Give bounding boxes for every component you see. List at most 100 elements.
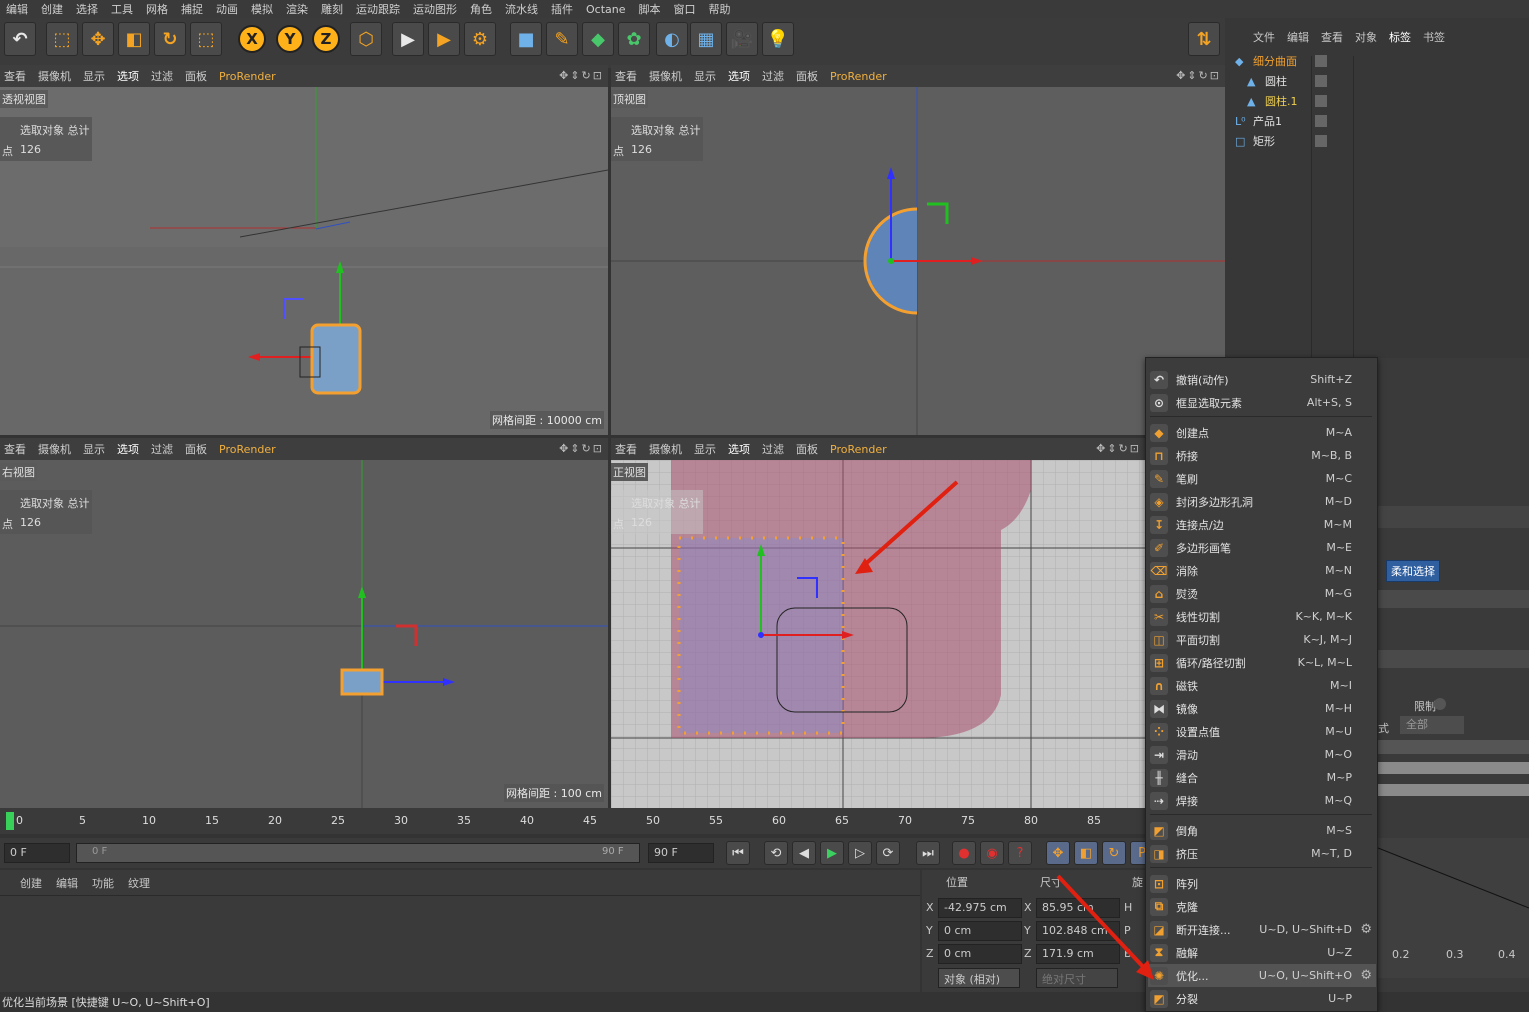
viewport-menu-item[interactable]: ProRender xyxy=(830,70,887,83)
front-viewport[interactable]: 查看 摄像机 显示 选项 过滤 面板 ProRender ✥⇕↻⊡ 正视图 选取对象 总计 点… xyxy=(611,438,1145,808)
viewport-menu-item[interactable]: 面板 xyxy=(185,441,207,457)
render-picture-viewer-icon[interactable]: ▶ xyxy=(428,22,460,56)
viewport-menu-item[interactable]: ProRender xyxy=(830,443,887,456)
transport-button[interactable]: ◀ xyxy=(792,841,816,865)
menu-item[interactable]: 脚本 xyxy=(639,1,661,17)
limit-checkbox[interactable] xyxy=(1434,698,1446,710)
menu-item-0-1[interactable]: ⊙ 框显选取元素 Alt+S, S xyxy=(1148,391,1376,414)
viewport-nav-icons[interactable]: ✥⇕↻⊡ xyxy=(559,442,604,455)
menu-item[interactable]: Octane xyxy=(586,3,626,16)
om-menu-item[interactable]: 查看 xyxy=(1321,29,1343,45)
menu-item-0-0[interactable]: ↶ 撤销(动作) Shift+Z xyxy=(1148,368,1376,391)
top-viewport[interactable]: 查看 摄像机 显示 选项 过滤 面板 ProRender ✥⇕↻⊡ 顶视图 选取对象 总计 点… xyxy=(611,65,1225,435)
cloner-icon[interactable]: ✿ xyxy=(618,22,650,56)
menu-item-3-5[interactable]: ◩ 分裂 U~P xyxy=(1148,987,1376,1010)
menu-item[interactable]: 流水线 xyxy=(505,1,538,17)
menu-item-1-13[interactable]: ⁘ 设置点值 M~U xyxy=(1148,720,1376,743)
axis-z-icon[interactable]: Z xyxy=(312,25,340,53)
position-field[interactable]: 0 cm xyxy=(938,944,1022,964)
visibility-toggle[interactable] xyxy=(1315,55,1327,67)
menu-item-1-14[interactable]: ⇥ 滑动 M~O xyxy=(1148,743,1376,766)
viewport-menu-item[interactable]: ProRender xyxy=(219,443,276,456)
menu-item[interactable]: 选择 xyxy=(76,1,98,17)
menu-item[interactable]: 模拟 xyxy=(251,1,273,17)
menu-item-1-6[interactable]: ⌫ 消除 M~N xyxy=(1148,559,1376,582)
viewport-menu-item[interactable]: 选项 xyxy=(728,441,750,457)
menu-item[interactable]: 窗口 xyxy=(674,1,696,17)
transport-button[interactable]: ⏮ xyxy=(726,841,750,865)
viewport-menu-item[interactable]: 选项 xyxy=(117,441,139,457)
menu-item-1-10[interactable]: ⊞ 循环/路径切割 K~L, M~L xyxy=(1148,651,1376,674)
transport-button[interactable]: ⟲ xyxy=(764,841,788,865)
menu-item-3-2[interactable]: ◪ 断开连接... U~D, U~Shift+D ⚙ xyxy=(1148,918,1376,941)
object-row[interactable]: ▲ 圆柱.1 xyxy=(1229,91,1529,111)
key-filter-button[interactable]: ◧ xyxy=(1074,841,1098,865)
menu-item-1-16[interactable]: ⇢ 焊接 M~Q xyxy=(1148,789,1376,812)
move-icon[interactable]: ✥ xyxy=(82,22,114,56)
coordinate-mode-select[interactable]: 对象 (相对) xyxy=(938,968,1020,988)
viewport-menu-item[interactable]: 过滤 xyxy=(762,68,784,84)
object-row[interactable]: ▲ 圆柱 xyxy=(1229,71,1529,91)
live-select-icon[interactable]: ⬚ xyxy=(46,22,78,56)
light-icon[interactable]: 💡 xyxy=(762,22,794,56)
pen-icon[interactable]: ✎ xyxy=(546,22,578,56)
record-button[interactable]: ◉ xyxy=(980,841,1004,865)
axis-x-icon[interactable]: X xyxy=(238,25,266,53)
viewport-menu-item[interactable]: 摄像机 xyxy=(38,441,71,457)
render-view-icon[interactable]: ▶ xyxy=(392,22,424,56)
menu-item-1-15[interactable]: ╫ 缝合 M~P xyxy=(1148,766,1376,789)
workplane-icon[interactable]: ⇅ xyxy=(1188,22,1220,56)
position-field[interactable]: 0 cm xyxy=(938,921,1022,941)
menu-item-3-1[interactable]: ⧉ 克隆 xyxy=(1148,895,1376,918)
viewport-menu-item[interactable]: 过滤 xyxy=(762,441,784,457)
end-frame-field[interactable]: 90 F xyxy=(648,843,714,863)
right-viewport[interactable]: 查看 摄像机 显示 选项 过滤 面板 ProRender ✥⇕↻⊡ 右视图 选取对象 总计 点… xyxy=(0,438,608,808)
viewport-menu-item[interactable]: 显示 xyxy=(83,68,105,84)
viewport-menu-item[interactable]: 显示 xyxy=(694,68,716,84)
menu-item[interactable]: 渲染 xyxy=(286,1,308,17)
menu-item[interactable]: 工具 xyxy=(111,1,133,17)
timeline-ruler[interactable]: 05101520253035404550556065707580859 xyxy=(0,808,1157,834)
menu-item[interactable]: 插件 xyxy=(551,1,573,17)
frame-range-slider[interactable] xyxy=(76,843,640,863)
menu-item-1-1[interactable]: ⊓ 桥接 M~B, B xyxy=(1148,444,1376,467)
viewport-menu-item[interactable]: ProRender xyxy=(219,70,276,83)
menu-item-2-0[interactable]: ◩ 倒角 M~S xyxy=(1148,819,1376,842)
menu-item-1-2[interactable]: ✎ 笔刷 M~C xyxy=(1148,467,1376,490)
viewport-menu-item[interactable]: 显示 xyxy=(83,441,105,457)
viewport-nav-icons[interactable]: ✥⇕↻⊡ xyxy=(559,69,604,82)
visibility-toggle[interactable] xyxy=(1315,75,1327,87)
coordinate-system-icon[interactable]: ⬡ xyxy=(350,22,382,56)
camera-icon[interactable]: 🎥 xyxy=(726,22,758,56)
menu-item-3-0[interactable]: ⊡ 阵列 xyxy=(1148,872,1376,895)
record-button[interactable]: ● xyxy=(952,841,976,865)
menu-item-3-4[interactable]: ✺ 优化... U~O, U~Shift+O ⚙ xyxy=(1148,964,1376,987)
render-settings-icon[interactable]: ⚙ xyxy=(464,22,496,56)
menu-item[interactable]: 捕捉 xyxy=(181,1,203,17)
deformer-icon[interactable]: ◐ xyxy=(656,22,688,56)
scale-icon[interactable]: ◧ xyxy=(118,22,150,56)
menu-item-1-3[interactable]: ◈ 封闭多边形孔洞 M~D xyxy=(1148,490,1376,513)
material-menu-item[interactable]: 编辑 xyxy=(56,875,78,891)
subdivision-icon[interactable]: ◆ xyxy=(582,22,614,56)
object-row[interactable]: ◆ 细分曲面 xyxy=(1229,51,1529,71)
menu-item[interactable]: 创建 xyxy=(41,1,63,17)
axis-y-icon[interactable]: Y xyxy=(276,25,304,53)
menu-item-2-1[interactable]: ◨ 挤压 M~T, D xyxy=(1148,842,1376,865)
gear-icon[interactable]: ⚙ xyxy=(1360,922,1372,937)
menu-item[interactable]: 角色 xyxy=(470,1,492,17)
key-filter-button[interactable]: ↻ xyxy=(1102,841,1126,865)
viewport-menu-item[interactable]: 摄像机 xyxy=(38,68,71,84)
menu-item-1-8[interactable]: ✂ 线性切割 K~K, M~K xyxy=(1148,605,1376,628)
position-field[interactable]: -42.975 cm xyxy=(938,898,1022,918)
visibility-toggle[interactable] xyxy=(1315,135,1327,147)
visibility-toggle[interactable] xyxy=(1315,115,1327,127)
viewport-menu-item[interactable]: 摄像机 xyxy=(649,68,682,84)
om-menu-item[interactable]: 编辑 xyxy=(1287,29,1309,45)
cube-icon[interactable]: ■ xyxy=(510,22,542,56)
viewport-nav-icons[interactable]: ✥⇕↻⊡ xyxy=(1096,442,1141,455)
menu-item-1-11[interactable]: ∩ 磁铁 M~I xyxy=(1148,674,1376,697)
perspective-viewport[interactable]: 查看 摄像机 显示 选项 过滤 面板 ProRender ✥⇕↻⊡ 透视视图 选取对象 总计 … xyxy=(0,65,608,435)
viewport-menu-item[interactable]: 过滤 xyxy=(151,68,173,84)
key-filter-button[interactable]: ✥ xyxy=(1046,841,1070,865)
